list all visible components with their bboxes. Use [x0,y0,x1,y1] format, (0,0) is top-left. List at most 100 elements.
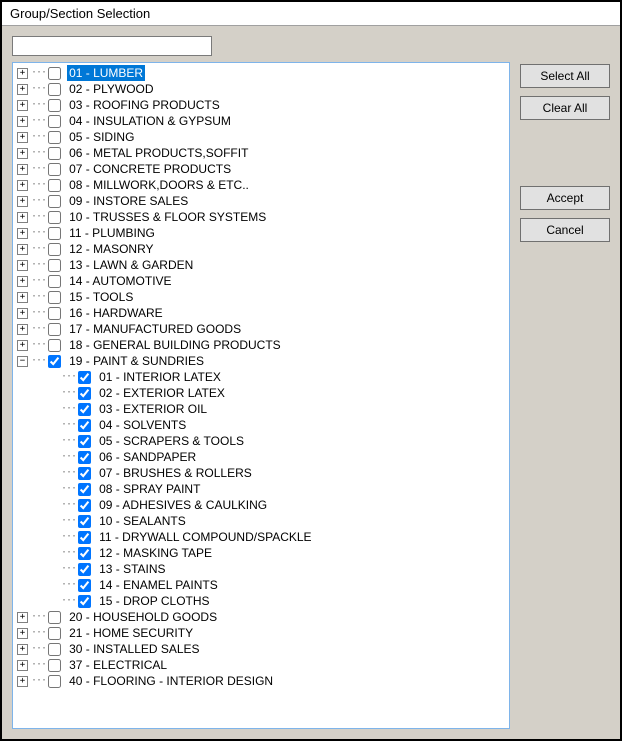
node-checkbox[interactable] [78,563,91,576]
collapse-icon[interactable]: − [17,356,28,367]
tree-node[interactable]: +···16 - HARDWARE [17,305,509,321]
node-checkbox[interactable] [78,595,91,608]
node-checkbox[interactable] [48,275,61,288]
expand-icon[interactable]: + [17,196,28,207]
tree-node[interactable]: +···11 - PLUMBING [17,225,509,241]
node-label[interactable]: 03 - ROOFING PRODUCTS [67,97,222,113]
node-label[interactable]: 11 - PLUMBING [67,225,157,241]
node-checkbox[interactable] [78,435,91,448]
tree-node[interactable]: +···30 - INSTALLED SALES [17,641,509,657]
tree-child-node[interactable]: ···02 - EXTERIOR LATEX [17,385,509,401]
node-label[interactable]: 10 - SEALANTS [97,513,188,529]
node-label[interactable]: 09 - INSTORE SALES [67,193,190,209]
node-label[interactable]: 37 - ELECTRICAL [67,657,169,673]
expand-icon[interactable]: + [17,228,28,239]
expand-icon[interactable]: + [17,164,28,175]
node-checkbox[interactable] [48,67,61,80]
node-checkbox[interactable] [78,515,91,528]
tree-child-node[interactable]: ···13 - STAINS [17,561,509,577]
node-checkbox[interactable] [48,611,61,624]
node-label[interactable]: 12 - MASONRY [67,241,155,257]
node-label[interactable]: 08 - SPRAY PAINT [97,481,202,497]
node-label[interactable]: 07 - CONCRETE PRODUCTS [67,161,233,177]
expand-icon[interactable]: + [17,100,28,111]
node-checkbox[interactable] [78,387,91,400]
tree-node[interactable]: +···03 - ROOFING PRODUCTS [17,97,509,113]
expand-icon[interactable]: + [17,628,28,639]
tree-child-node[interactable]: ···12 - MASKING TAPE [17,545,509,561]
tree-node[interactable]: +···12 - MASONRY [17,241,509,257]
node-checkbox[interactable] [48,339,61,352]
expand-icon[interactable]: + [17,644,28,655]
node-checkbox[interactable] [78,371,91,384]
node-checkbox[interactable] [78,483,91,496]
node-checkbox[interactable] [48,115,61,128]
node-label[interactable]: 18 - GENERAL BUILDING PRODUCTS [67,337,283,353]
tree-node[interactable]: +···20 - HOUSEHOLD GOODS [17,609,509,625]
node-checkbox[interactable] [48,147,61,160]
tree-node[interactable]: +···17 - MANUFACTURED GOODS [17,321,509,337]
node-checkbox[interactable] [48,195,61,208]
node-checkbox[interactable] [48,243,61,256]
tree-child-node[interactable]: ···07 - BRUSHES & ROLLERS [17,465,509,481]
search-input[interactable] [12,36,212,56]
tree-child-node[interactable]: ···10 - SEALANTS [17,513,509,529]
tree-node[interactable]: +···02 - PLYWOOD [17,81,509,97]
clear-all-button[interactable]: Clear All [520,96,610,120]
tree-child-node[interactable]: ···14 - ENAMEL PAINTS [17,577,509,593]
expand-icon[interactable]: + [17,324,28,335]
node-label[interactable]: 05 - SIDING [67,129,136,145]
tree-node[interactable]: +···13 - LAWN & GARDEN [17,257,509,273]
node-checkbox[interactable] [78,531,91,544]
node-checkbox[interactable] [78,419,91,432]
tree-child-node[interactable]: ···04 - SOLVENTS [17,417,509,433]
node-checkbox[interactable] [78,451,91,464]
node-label[interactable]: 14 - AUTOMOTIVE [67,273,173,289]
node-checkbox[interactable] [78,579,91,592]
tree-child-node[interactable]: ···06 - SANDPAPER [17,449,509,465]
node-label[interactable]: 13 - LAWN & GARDEN [67,257,195,273]
tree-child-node[interactable]: ···01 - INTERIOR LATEX [17,369,509,385]
node-label[interactable]: 19 - PAINT & SUNDRIES [67,353,206,369]
node-label[interactable]: 12 - MASKING TAPE [97,545,214,561]
node-label[interactable]: 05 - SCRAPERS & TOOLS [97,433,246,449]
tree-node[interactable]: +···07 - CONCRETE PRODUCTS [17,161,509,177]
node-label[interactable]: 02 - PLYWOOD [67,81,155,97]
tree-child-node[interactable]: ···11 - DRYWALL COMPOUND/SPACKLE [17,529,509,545]
tree-node[interactable]: +···09 - INSTORE SALES [17,193,509,209]
node-label[interactable]: 14 - ENAMEL PAINTS [97,577,220,593]
tree-node[interactable]: −···19 - PAINT & SUNDRIES [17,353,509,369]
expand-icon[interactable]: + [17,292,28,303]
node-label[interactable]: 04 - SOLVENTS [97,417,188,433]
node-label[interactable]: 16 - HARDWARE [67,305,165,321]
node-checkbox[interactable] [48,307,61,320]
expand-icon[interactable]: + [17,612,28,623]
node-label[interactable]: 03 - EXTERIOR OIL [97,401,209,417]
tree-scroll[interactable]: +···01 - LUMBER+···02 - PLYWOOD+···03 - … [13,63,509,728]
node-checkbox[interactable] [48,627,61,640]
tree-node[interactable]: +···18 - GENERAL BUILDING PRODUCTS [17,337,509,353]
node-label[interactable]: 01 - LUMBER [67,65,145,81]
node-label[interactable]: 09 - ADHESIVES & CAULKING [97,497,269,513]
node-checkbox[interactable] [48,643,61,656]
tree-node[interactable]: +···21 - HOME SECURITY [17,625,509,641]
node-checkbox[interactable] [48,291,61,304]
node-label[interactable]: 21 - HOME SECURITY [67,625,195,641]
node-label[interactable]: 40 - FLOORING - INTERIOR DESIGN [67,673,275,689]
expand-icon[interactable]: + [17,260,28,271]
cancel-button[interactable]: Cancel [520,218,610,242]
tree-node[interactable]: +···08 - MILLWORK,DOORS & ETC.. [17,177,509,193]
tree-node[interactable]: +···04 - INSULATION & GYPSUM [17,113,509,129]
tree-node[interactable]: +···10 - TRUSSES & FLOOR SYSTEMS [17,209,509,225]
tree-child-node[interactable]: ···03 - EXTERIOR OIL [17,401,509,417]
tree-child-node[interactable]: ···08 - SPRAY PAINT [17,481,509,497]
node-checkbox[interactable] [78,499,91,512]
tree-node[interactable]: +···15 - TOOLS [17,289,509,305]
tree-node[interactable]: +···05 - SIDING [17,129,509,145]
node-label[interactable]: 15 - DROP CLOTHS [97,593,211,609]
node-checkbox[interactable] [48,179,61,192]
node-checkbox[interactable] [48,227,61,240]
node-label[interactable]: 20 - HOUSEHOLD GOODS [67,609,219,625]
tree-node[interactable]: +···37 - ELECTRICAL [17,657,509,673]
expand-icon[interactable]: + [17,308,28,319]
